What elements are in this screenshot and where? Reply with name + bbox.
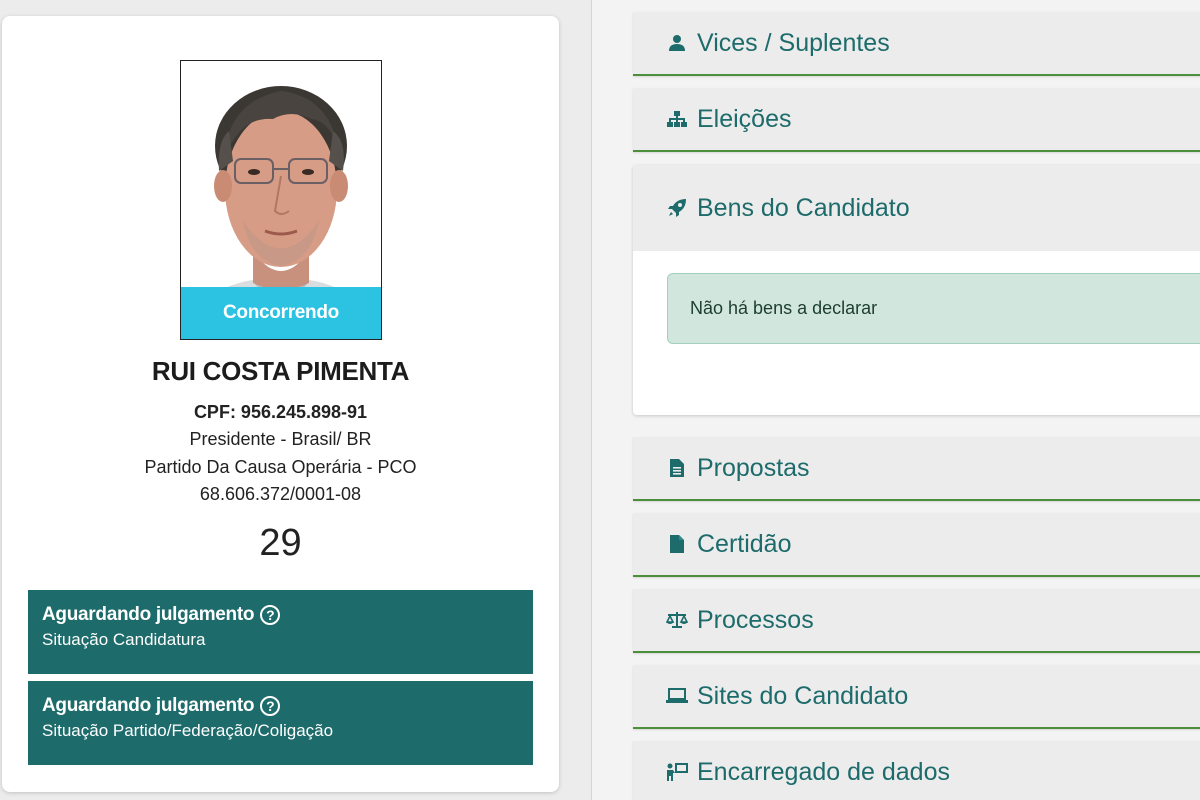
user-icon <box>665 34 689 52</box>
file-text-icon <box>665 459 689 477</box>
candidate-name: RUI COSTA PIMENTA <box>151 356 410 386</box>
accordion-processos[interactable]: Processos <box>633 589 1200 653</box>
accordion-certidao[interactable]: Certidão <box>633 513 1200 577</box>
laptop-icon <box>665 688 689 704</box>
file-icon <box>665 535 689 553</box>
accordion-vices-suplentes[interactable]: Vices / Suplentes <box>633 12 1200 76</box>
help-icon[interactable]: ? <box>260 696 281 716</box>
accordion-header[interactable]: Eleições <box>633 88 1200 150</box>
accordion-header[interactable]: Bens do Candidato <box>633 165 1200 251</box>
accordion-propostas[interactable]: Propostas <box>633 437 1200 501</box>
balance-scale-icon <box>665 611 689 629</box>
accordion-encarregado-de-dados[interactable]: Encarregado de dados <box>633 741 1200 800</box>
candidate-card: Concorrendo RUI COSTA PIMENTA CPF: 956.2… <box>2 16 559 792</box>
sitemap-icon <box>665 110 689 128</box>
accordion-eleicoes[interactable]: Eleições <box>633 88 1200 152</box>
accordion-label: Processos <box>697 605 814 634</box>
candidacy-status-box: Aguardando julgamento ? Situação Candida… <box>28 590 533 674</box>
help-icon[interactable]: ? <box>260 605 281 625</box>
accordion-label: Certidão <box>697 529 792 558</box>
accordion-sites-do-candidato[interactable]: Sites do Candidato <box>633 665 1200 729</box>
status-title: Aguardando julgamento <box>42 695 255 716</box>
accordion-bens-do-candidato[interactable]: Bens do Candidato Não há bens a declarar <box>633 165 1200 415</box>
candidate-cpf: CPF: 956.245.898-91 <box>193 402 368 422</box>
accordion-header[interactable]: Propostas <box>633 437 1200 499</box>
accordion-header[interactable]: Certidão <box>633 513 1200 575</box>
party-cnpj: 68.606.372/0001-08 <box>199 484 362 504</box>
accordion-header[interactable]: Vices / Suplentes <box>633 12 1200 74</box>
accordion-header[interactable]: Processos <box>633 589 1200 651</box>
person-chalkboard-icon <box>665 763 689 781</box>
accordion-label: Sites do Candidato <box>697 681 909 710</box>
candidate-photo: Concorrendo <box>180 60 382 340</box>
candidate-party: Partido Da Causa Operária - PCO <box>144 457 417 477</box>
status-title-row: Aguardando julgamento ? <box>42 695 533 717</box>
accordion-label: Encarregado de dados <box>697 757 950 786</box>
status-subtitle: Situação Candidatura <box>42 630 206 649</box>
page: Concorrendo RUI COSTA PIMENTA CPF: 956.2… <box>0 0 1200 800</box>
status-title-row: Aguardando julgamento ? <box>42 604 533 626</box>
candidacy-status-badge: Concorrendo <box>181 287 381 339</box>
status-subtitle: Situação Partido/Federação/Coligação <box>42 721 334 740</box>
party-status-box: Aguardando julgamento ? Situação Partido… <box>28 681 533 765</box>
candidate-role: Presidente - Brasil/ BR <box>189 429 372 449</box>
accordion-header[interactable]: Sites do Candidato <box>633 665 1200 727</box>
status-title: Aguardando julgamento <box>42 604 255 625</box>
no-assets-alert: Não há bens a declarar <box>667 273 1200 344</box>
accordion-label: Vices / Suplentes <box>697 28 890 57</box>
rocket-icon <box>665 198 689 218</box>
accordion-header[interactable]: Encarregado de dados <box>633 741 1200 800</box>
accordion-label: Bens do Candidato <box>697 193 910 222</box>
accordion-label: Eleições <box>697 104 792 133</box>
accordion-label: Propostas <box>697 453 810 482</box>
candidate-number: 29 <box>259 522 302 564</box>
